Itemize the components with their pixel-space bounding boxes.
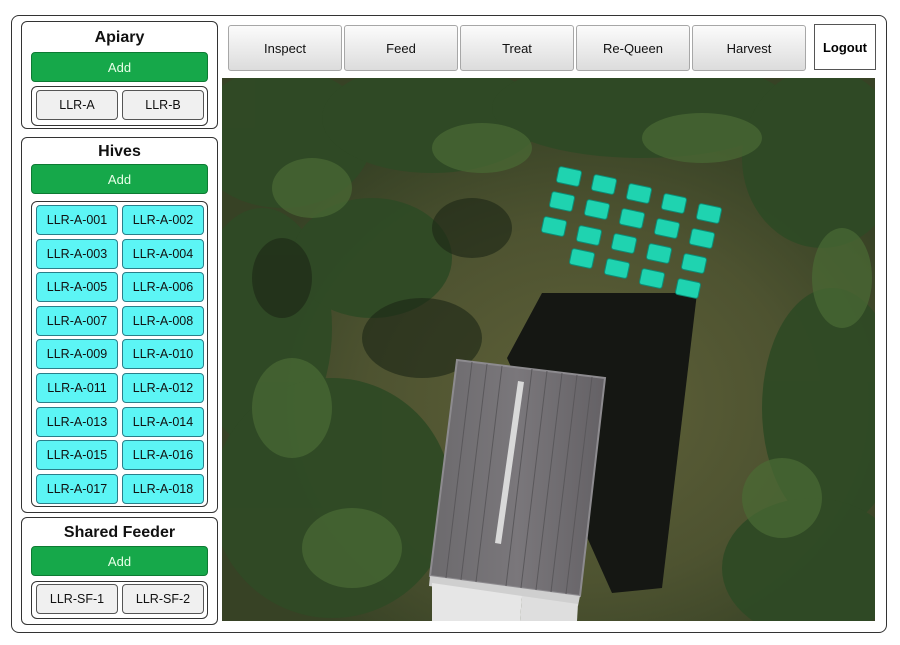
shared-feeder-item[interactable]: LLR-SF-2 <box>122 584 204 614</box>
hives-panel: Hives Add LLR-A-001 LLR-A-002 LLR-A-003 LLR… <box>21 137 218 513</box>
feed-button[interactable]: Feed <box>344 25 458 71</box>
hive-list: LLR-A-001 LLR-A-002 LLR-A-003 LLR-A-004 LLR-… <box>31 201 208 507</box>
hive-item[interactable]: LLR-A-002 <box>122 205 204 235</box>
apiary-item[interactable]: LLR-A <box>36 90 118 120</box>
harvest-button[interactable]: Harvest <box>692 25 806 71</box>
hive-item[interactable]: LLR-A-014 <box>122 406 204 437</box>
shared-feeder-item[interactable]: LLR-SF-1 <box>36 584 118 614</box>
hive-item[interactable]: LLR-A-003 <box>36 238 118 269</box>
shared-feeder-list: LLR-SF-1 LLR-SF-2 <box>31 581 208 619</box>
hive-item[interactable]: LLR-A-008 <box>122 305 204 336</box>
hive-item[interactable]: LLR-A-012 <box>122 373 204 403</box>
aerial-map[interactable] <box>222 78 875 621</box>
treat-button[interactable]: Treat <box>460 25 574 71</box>
hive-item[interactable]: LLR-A-015 <box>36 440 118 471</box>
hive-item[interactable]: LLR-A-017 <box>36 473 118 504</box>
shared-feeder-panel: Shared Feeder Add LLR-SF-1 LLR-SF-2 <box>21 517 218 625</box>
requeen-button[interactable]: Re-Queen <box>576 25 690 71</box>
hive-item[interactable]: LLR-A-018 <box>122 473 204 504</box>
add-shared-feeder-button[interactable]: Add <box>31 546 208 576</box>
hive-item[interactable]: LLR-A-010 <box>122 339 204 370</box>
apiary-list: LLR-A LLR-B <box>31 86 208 126</box>
add-hive-button[interactable]: Add <box>31 164 208 194</box>
apiary-panel: Apiary Add LLR-A LLR-B <box>21 21 218 129</box>
logout-button[interactable]: Logout <box>814 24 876 70</box>
hive-item[interactable]: LLR-A-007 <box>36 305 118 336</box>
hive-item[interactable]: LLR-A-013 <box>36 406 118 437</box>
hive-item[interactable]: LLR-A-011 <box>36 373 118 403</box>
hive-item[interactable]: LLR-A-006 <box>122 272 204 303</box>
apiary-item[interactable]: LLR-B <box>122 90 204 120</box>
hive-item[interactable]: LLR-A-005 <box>36 272 118 303</box>
hives-title: Hives <box>98 143 141 160</box>
apiary-title: Apiary <box>94 29 145 46</box>
shared-feeder-title: Shared Feeder <box>63 524 176 541</box>
hive-item[interactable]: LLR-A-016 <box>122 440 204 471</box>
inspect-button[interactable]: Inspect <box>228 25 342 71</box>
aerial-image <box>222 78 875 621</box>
hive-item[interactable]: LLR-A-001 <box>36 205 118 235</box>
hive-item[interactable]: LLR-A-004 <box>122 238 204 269</box>
add-apiary-button[interactable]: Add <box>31 52 208 82</box>
hive-item[interactable]: LLR-A-009 <box>36 339 118 370</box>
